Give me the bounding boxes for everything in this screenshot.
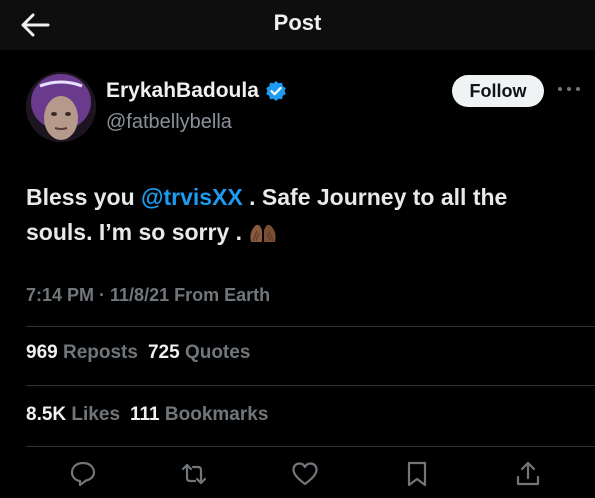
avatar-image bbox=[26, 72, 96, 142]
reposts-count: 969 bbox=[26, 342, 58, 363]
share-icon bbox=[516, 461, 540, 486]
likes-count: 8.5K bbox=[26, 404, 67, 425]
bookmarks-label: Bookmarks bbox=[164, 404, 269, 425]
heart-icon bbox=[292, 462, 318, 486]
divider bbox=[26, 385, 595, 386]
author-display-name[interactable]: ErykahBadoula bbox=[106, 79, 259, 103]
likes-label: Likes bbox=[71, 404, 121, 425]
repost-button[interactable] bbox=[180, 460, 208, 488]
follow-button[interactable]: Follow bbox=[452, 75, 544, 107]
divider bbox=[26, 326, 595, 327]
avatar[interactable] bbox=[26, 72, 96, 142]
share-button[interactable] bbox=[514, 460, 542, 488]
author-name-row[interactable]: ErykahBadoula bbox=[106, 79, 287, 103]
tweet-timestamp: 7:14 PM · 11/8/21 From Earth bbox=[26, 285, 271, 305]
more-icon bbox=[558, 87, 580, 91]
reply-icon bbox=[70, 461, 96, 487]
like-button[interactable] bbox=[291, 460, 319, 488]
page-title: Post bbox=[273, 10, 322, 35]
likes-stat[interactable]: 8.5K Likes bbox=[26, 404, 120, 425]
folded-hands-emoji bbox=[250, 224, 276, 242]
stats-row-likes: 8.5K Likes 111 Bookmarks bbox=[26, 404, 268, 426]
quote-stat[interactable]: 725 Quotes bbox=[148, 342, 250, 363]
bookmarks-count: 111 bbox=[130, 404, 160, 425]
quotes-label: Quotes bbox=[184, 342, 251, 363]
bookmark-icon bbox=[407, 461, 427, 487]
tweet-text: Bless you @trvisXX . Safe Journey to all… bbox=[26, 180, 571, 250]
tweet-text-part: Bless you bbox=[26, 184, 142, 210]
divider bbox=[26, 446, 595, 447]
quotes-count: 725 bbox=[147, 342, 180, 363]
repost-stat[interactable]: 969 Reposts bbox=[26, 342, 138, 363]
reposts-label: Reposts bbox=[62, 342, 138, 363]
stats-row-reposts: 969 Reposts 725 Quotes bbox=[26, 342, 250, 364]
repost-icon bbox=[181, 463, 207, 485]
mention-link[interactable]: @trvisXX bbox=[141, 184, 243, 210]
reply-button[interactable] bbox=[69, 460, 97, 488]
verified-badge-icon bbox=[266, 81, 286, 101]
top-bar: Post bbox=[0, 0, 595, 50]
bookmark-button[interactable] bbox=[403, 460, 431, 488]
author-handle[interactable]: @fatbellybella bbox=[106, 111, 232, 134]
bookmarks-stat[interactable]: 111 Bookmarks bbox=[130, 404, 268, 425]
more-button[interactable] bbox=[556, 82, 582, 96]
